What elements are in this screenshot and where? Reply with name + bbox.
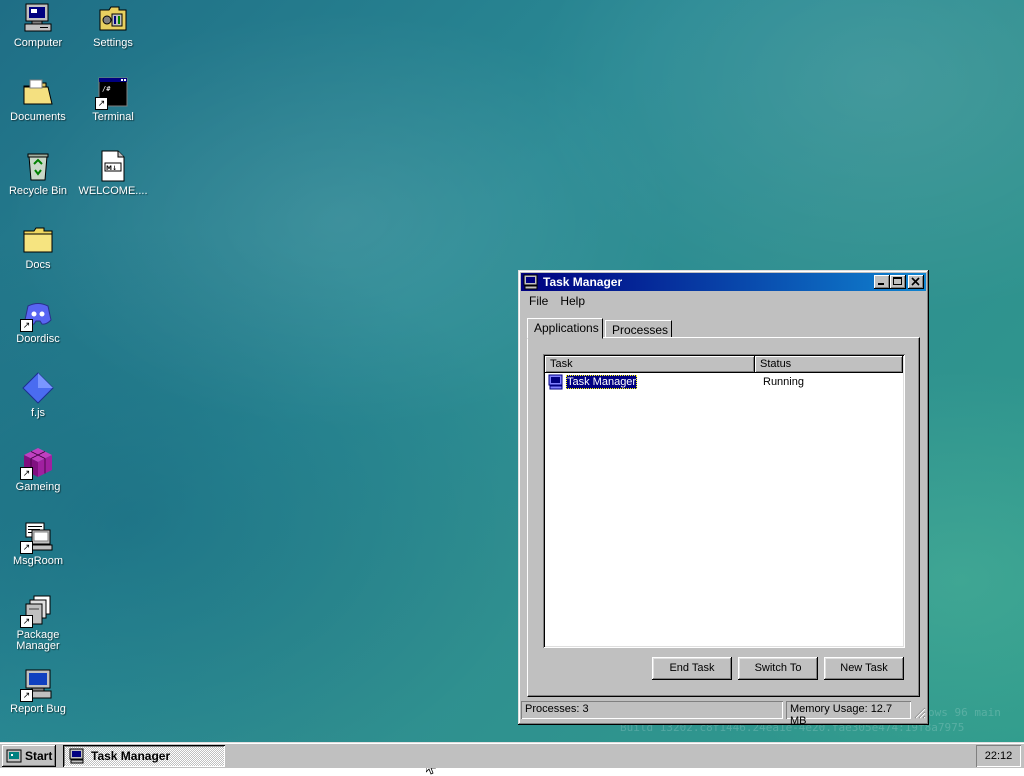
switch-to-button[interactable]: Switch To <box>738 657 818 680</box>
desktop-icon-label: WELCOME.... <box>78 185 148 197</box>
taskbar-item-label: Task Manager <box>91 749 171 763</box>
taskbar: Start Task Manager 22:12 <box>0 742 1024 768</box>
status-bar: Processes: 3 Memory Usage: 12.7 MB <box>521 701 926 727</box>
window-title: Task Manager <box>543 275 623 289</box>
desktop-icon-fjs[interactable]: f.js <box>0 372 76 419</box>
status-cell: Running <box>763 375 804 388</box>
computer-icon <box>22 2 54 34</box>
tab-applications[interactable]: Applications <box>527 318 603 339</box>
message-computer-icon: ↗ <box>20 520 54 554</box>
maximize-button[interactable] <box>890 275 906 289</box>
menu-help[interactable]: Help <box>554 292 591 310</box>
task-cell: Task Manager <box>545 374 758 390</box>
monitor-icon <box>69 748 84 764</box>
table-row[interactable]: Task Manager Running <box>545 373 903 390</box>
shortcut-arrow-icon: ↗ <box>20 467 33 480</box>
svg-text:M↓: M↓ <box>106 165 117 172</box>
desktop-icon-recycle-bin[interactable]: Recycle Bin <box>0 150 76 197</box>
folder-open-icon <box>22 76 54 108</box>
tab-strip: Applications Processes <box>527 318 926 339</box>
bug-report-computer-icon: ↗ <box>20 668 54 702</box>
menu-file[interactable]: File <box>523 292 554 310</box>
monitor-icon <box>523 274 539 290</box>
desktop-icon-label: Computer <box>13 37 63 49</box>
new-task-button[interactable]: New Task <box>824 657 904 680</box>
desktop-icon-msgroom[interactable]: ↗ MsgRoom <box>0 520 76 567</box>
shortcut-arrow-icon: ↗ <box>20 615 33 628</box>
shortcut-arrow-icon: ↗ <box>20 319 33 332</box>
desktop: Computer Settings Documents /# ↗ Termina… <box>0 0 1024 775</box>
desktop-icon-settings[interactable]: Settings <box>75 2 151 49</box>
desktop-icon-gameing[interactable]: ↗ Gameing <box>0 446 76 493</box>
applications-panel: Task Status Task Manager Running End Tas… <box>527 337 920 697</box>
game-cube-icon: ↗ <box>20 446 54 480</box>
desktop-icon-label: f.js <box>30 407 46 419</box>
minimize-icon <box>878 283 884 285</box>
desktop-icon-label: Settings <box>93 37 133 49</box>
desktop-icon-documents[interactable]: Documents <box>0 76 76 123</box>
tab-processes[interactable]: Processes <box>605 320 672 338</box>
start-button[interactable]: Start <box>2 745 56 767</box>
desktop-icon-label: Report Bug <box>10 703 66 715</box>
monitor-icon <box>548 374 563 389</box>
start-label: Start <box>25 749 53 763</box>
status-memory: Memory Usage: 12.7 MB <box>786 701 911 727</box>
task-manager-window[interactable]: Task Manager File Help Applications Proc… <box>518 270 929 727</box>
start-logo-icon <box>6 749 22 763</box>
folder-icon <box>22 224 54 256</box>
chat-app-icon: ↗ <box>20 298 54 332</box>
task-name: Task Manager <box>566 374 638 389</box>
build-watermark-line-1: ows 96 main <box>928 706 1001 719</box>
desktop-icon-terminal[interactable]: /# ↗ Terminal <box>75 76 151 123</box>
resize-grip-icon[interactable] <box>914 707 926 719</box>
diamond-icon <box>22 372 54 404</box>
desktop-icon-label: Terminal <box>92 111 134 123</box>
desktop-icon-welcome[interactable]: M↓ WELCOME.... <box>75 150 151 197</box>
close-button[interactable] <box>908 275 924 289</box>
desktop-icon-doordisc[interactable]: ↗ Doordisc <box>0 298 76 345</box>
desktop-icon-label: Package Manager <box>16 629 60 652</box>
markdown-document-icon: M↓ <box>97 150 129 182</box>
desktop-icon-computer[interactable]: Computer <box>0 2 76 49</box>
menu-bar: File Help <box>521 291 926 311</box>
desktop-icon-label: Docs <box>25 259 51 271</box>
desktop-icon-report-bug[interactable]: ↗ Report Bug <box>0 668 76 715</box>
settings-folder-icon <box>97 2 129 34</box>
desktop-icon-label: Recycle Bin <box>8 185 68 197</box>
system-tray-clock[interactable]: 22:12 <box>976 745 1021 767</box>
shortcut-arrow-icon: ↗ <box>95 97 108 110</box>
recycle-bin-icon <box>22 150 54 182</box>
desktop-icon-label: Doordisc <box>16 333 60 345</box>
status-processes: Processes: 3 <box>521 701 783 719</box>
column-header-task[interactable]: Task <box>545 356 755 373</box>
shortcut-arrow-icon: ↗ <box>20 541 33 554</box>
task-list[interactable]: Task Status Task Manager Running <box>543 354 905 648</box>
desktop-icon-label: Gameing <box>15 481 61 493</box>
desktop-icon-docs[interactable]: Docs <box>0 224 76 271</box>
list-header: Task Status <box>545 356 903 373</box>
maximize-icon <box>893 277 902 285</box>
package-icon: ↗ <box>20 594 54 628</box>
shortcut-arrow-icon: ↗ <box>20 689 33 702</box>
desktop-icon-package-manager[interactable]: ↗ Package Manager <box>0 594 76 652</box>
svg-text:/#: /# <box>102 85 111 93</box>
desktop-icon-label: Documents <box>10 111 66 123</box>
end-task-button[interactable]: End Task <box>652 657 732 680</box>
column-header-status[interactable]: Status <box>755 356 903 373</box>
window-titlebar[interactable]: Task Manager <box>521 273 926 291</box>
terminal-icon: /# ↗ <box>95 76 129 110</box>
desktop-icon-label: MsgRoom <box>12 555 64 567</box>
taskbar-item-task-manager[interactable]: Task Manager <box>63 745 225 767</box>
close-icon <box>911 277 920 286</box>
minimize-button[interactable] <box>874 275 890 289</box>
